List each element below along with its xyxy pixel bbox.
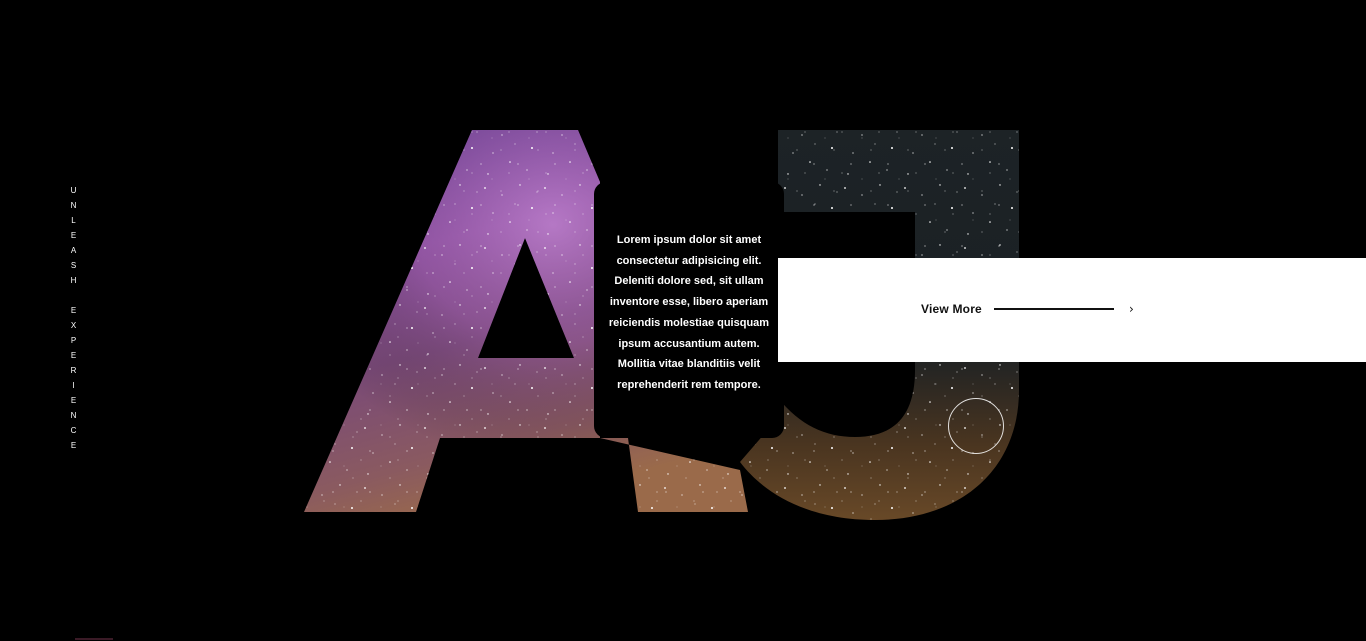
cta-band: View More › (778, 258, 1366, 362)
cursor-ring (948, 398, 1004, 454)
description-card: Lorem ipsum dolor sit amet consectetur a… (594, 182, 784, 438)
view-more-line (993, 308, 1114, 310)
view-more-link[interactable]: View More › (921, 302, 1134, 316)
view-more-label: View More (921, 302, 982, 316)
chevron-right-icon: › (1128, 302, 1134, 316)
description-text: Lorem ipsum dolor sit amet consectetur a… (608, 234, 770, 391)
bottom-progress-line (75, 638, 113, 640)
